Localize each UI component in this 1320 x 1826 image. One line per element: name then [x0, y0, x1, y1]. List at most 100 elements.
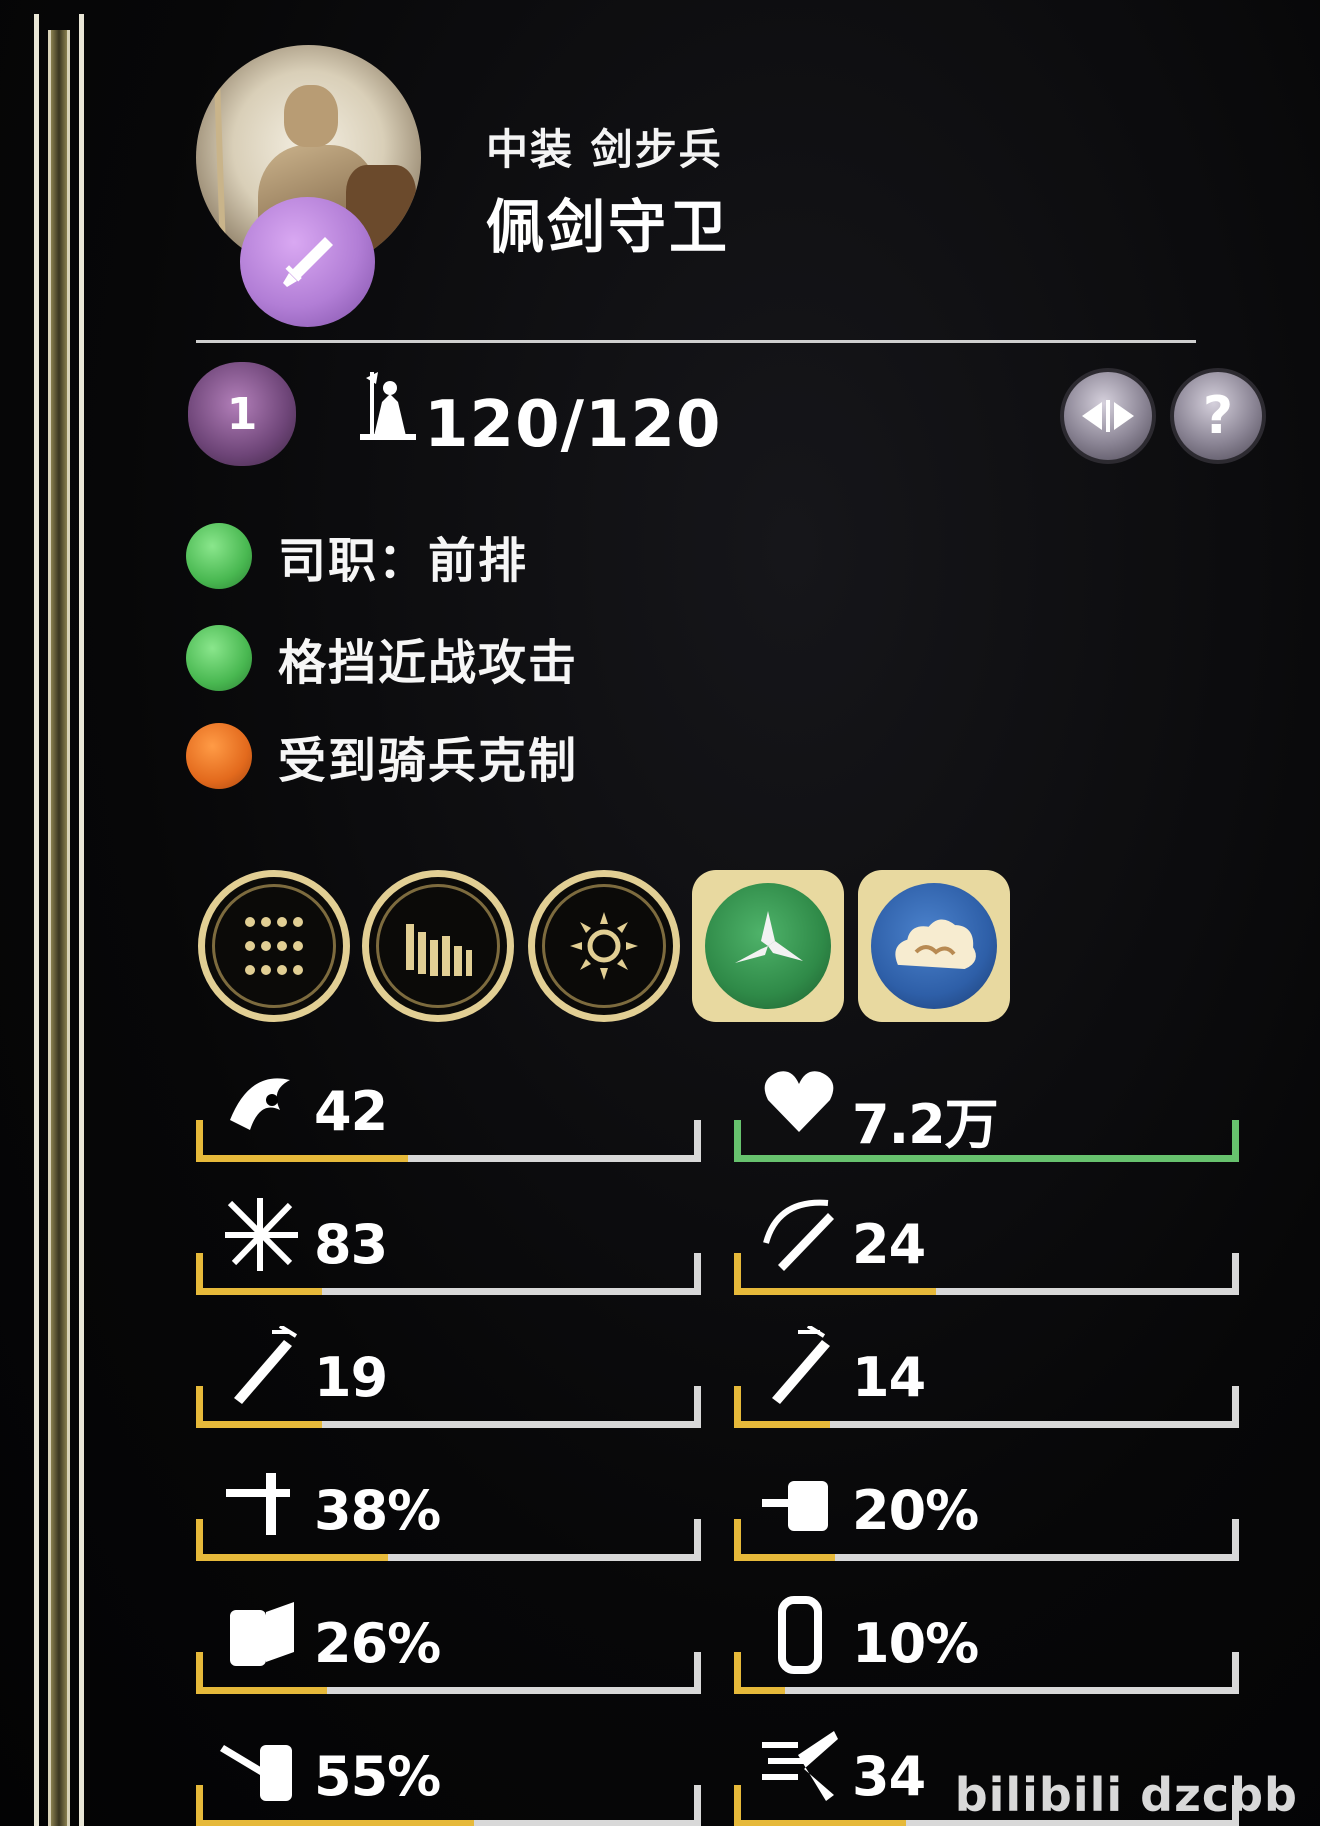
- stat-bar-fill: [734, 1421, 830, 1428]
- troop-icon: [360, 368, 416, 444]
- stat-bar-left-tick: [196, 1519, 203, 1561]
- trait-role: 司职：前排: [186, 520, 528, 592]
- stat-bar-fill: [196, 1288, 323, 1295]
- charge-bonus-icon: [758, 1725, 840, 1807]
- stat-bar-left-tick: [734, 1652, 741, 1694]
- stat-bar-right-tick: [694, 1120, 701, 1162]
- wall-icon: [406, 924, 472, 976]
- stat-sword-attack[interactable]: 19: [196, 1316, 701, 1428]
- stat-bar-track: [196, 1155, 701, 1162]
- stat-bar-left-tick: [734, 1120, 741, 1162]
- weapon-damage-icon: [220, 1459, 302, 1541]
- stat-bar-left-tick: [734, 1253, 741, 1295]
- stat-charge[interactable]: 55%: [196, 1715, 701, 1826]
- stat-value: 19: [314, 1346, 388, 1409]
- stat-weapon-damage[interactable]: 38%: [196, 1449, 701, 1561]
- stat-bar-right-tick: [1232, 1386, 1239, 1428]
- scrollbar-track[interactable]: [48, 30, 70, 1826]
- cloud-icon: [895, 919, 976, 970]
- stat-bar-fill: [196, 1155, 409, 1162]
- burst-icon: [220, 1193, 302, 1275]
- stat-bar-left-tick: [196, 1253, 203, 1295]
- stat-value: 26%: [314, 1612, 441, 1675]
- unit-info-panel: 中装 剑步兵 佩剑守卫 1 120/120 ? 司职：前排 格挡近战攻击 受到骑…: [0, 0, 1320, 1826]
- stat-bar-track: [196, 1687, 701, 1694]
- heart-icon: [758, 1060, 840, 1142]
- stat-bar-track: [734, 1288, 1239, 1295]
- compare-button[interactable]: [1060, 368, 1156, 464]
- stat-bar-left-tick: [196, 1120, 203, 1162]
- stat-bar-track: [734, 1155, 1239, 1162]
- stat-bar-right-tick: [694, 1652, 701, 1694]
- stat-bar-fill: [196, 1554, 388, 1561]
- stat-value: 10%: [852, 1612, 979, 1675]
- stat-bar-right-tick: [1232, 1652, 1239, 1694]
- level-value: 1: [226, 388, 258, 440]
- stat-bar-fill: [734, 1687, 785, 1694]
- ability-shuriken[interactable]: [692, 870, 844, 1022]
- stat-bar-track: [734, 1554, 1239, 1561]
- watermark: bilibili dzcbb: [954, 1768, 1298, 1822]
- trait-block: 格挡近战攻击: [186, 622, 578, 694]
- stat-armor-pierce[interactable]: 20%: [734, 1449, 1239, 1561]
- stat-bar-track: [196, 1421, 701, 1428]
- stat-bar-left-tick: [196, 1652, 203, 1694]
- level-badge: 1: [188, 362, 296, 466]
- stat-value: 83: [314, 1213, 388, 1276]
- stat-value: 20%: [852, 1479, 979, 1542]
- stat-bar-left-tick: [196, 1785, 203, 1826]
- formation-icon: [245, 917, 303, 975]
- stat-bar-right-tick: [1232, 1120, 1239, 1162]
- charge-icon: [220, 1725, 302, 1807]
- unit-class-subtitle: 中装 剑步兵: [486, 125, 723, 174]
- stat-bar-left-tick: [734, 1785, 741, 1826]
- stat-bar-fill: [196, 1687, 328, 1694]
- stat-bar-track: [196, 1820, 701, 1826]
- ability-cloud[interactable]: [858, 870, 1010, 1022]
- ability-disc: [871, 883, 997, 1009]
- stat-bar-right-tick: [694, 1785, 701, 1826]
- trait-weakness: 受到骑兵克制: [186, 720, 578, 792]
- stat-speed[interactable]: 24: [734, 1183, 1239, 1295]
- stat-bar-right-tick: [1232, 1253, 1239, 1295]
- ability-sun[interactable]: [528, 870, 680, 1022]
- compare-arrows-icon: [1082, 400, 1134, 432]
- ability-disc: [705, 883, 831, 1009]
- help-button[interactable]: ?: [1170, 368, 1266, 464]
- stat-bar-fill: [196, 1421, 323, 1428]
- trait-label: 受到骑兵克制: [278, 733, 579, 789]
- armor-pierce-icon: [758, 1459, 840, 1541]
- stat-value: 38%: [314, 1479, 441, 1542]
- stat-bar-right-tick: [694, 1386, 701, 1428]
- sword-attack-icon: [220, 1324, 302, 1408]
- stat-value: 14: [852, 1346, 926, 1409]
- stat-bar-track: [196, 1288, 701, 1295]
- stat-heart[interactable]: 7.2万: [734, 1050, 1239, 1162]
- shuriken-icon: [735, 911, 803, 963]
- stat-value: 7.2万: [852, 1093, 999, 1156]
- stat-bar-fill: [196, 1820, 474, 1826]
- stat-burst[interactable]: 83: [196, 1183, 701, 1295]
- unit-name: 佩剑守卫: [486, 193, 731, 261]
- speed-icon: [758, 1193, 840, 1275]
- stat-morale[interactable]: 42: [196, 1050, 701, 1162]
- trait-positive-dot: [186, 625, 252, 691]
- stat-sword-defense[interactable]: 14: [734, 1316, 1239, 1428]
- sword-defense-icon: [758, 1324, 840, 1408]
- ability-formation[interactable]: [198, 870, 350, 1022]
- stat-bar-track: [734, 1687, 1239, 1694]
- stat-block[interactable]: 26%: [196, 1582, 701, 1694]
- stat-bar-right-tick: [694, 1519, 701, 1561]
- stat-bar-fill: [734, 1554, 835, 1561]
- stat-bar-track: [734, 1421, 1239, 1428]
- shield-icon: [758, 1592, 840, 1674]
- morale-icon: [220, 1060, 302, 1142]
- stat-shield[interactable]: 10%: [734, 1582, 1239, 1694]
- stat-value: 42: [314, 1080, 388, 1143]
- header-divider: [196, 340, 1196, 343]
- ability-wall[interactable]: [362, 870, 514, 1022]
- stat-bar-fill: [734, 1820, 906, 1826]
- troop-count: 120/120: [424, 388, 722, 462]
- stat-bar-left-tick: [734, 1386, 741, 1428]
- trait-label: 司职：前排: [278, 533, 529, 589]
